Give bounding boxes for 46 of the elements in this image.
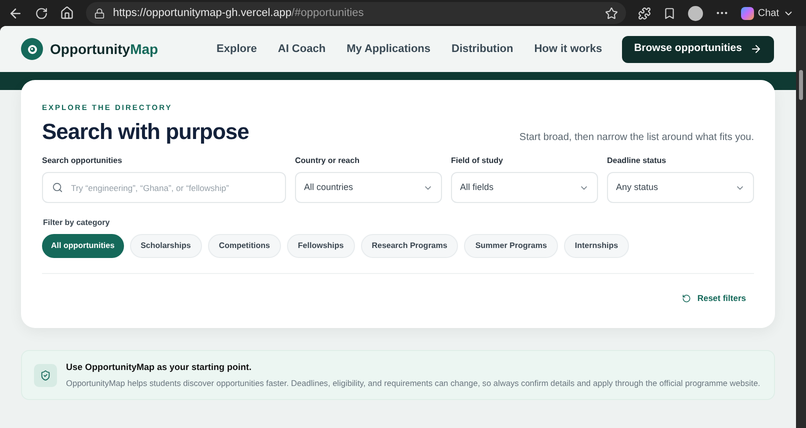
- reload-icon[interactable]: [35, 6, 48, 20]
- nav-link[interactable]: AI Coach: [278, 40, 326, 58]
- browse-button[interactable]: Browse opportunities: [622, 36, 774, 62]
- category-chip[interactable]: Competitions: [208, 234, 281, 258]
- profile-avatar[interactable]: [688, 6, 703, 20]
- notice-text: OpportunityMap helps students discover opportunities faster. Deadlines, eligibility, and requirements can change, so always confirm details and apply through the official programme website.: [66, 377, 760, 390]
- category-chip[interactable]: Fellowships: [286, 234, 355, 258]
- logo-text[interactable]: OpportunityMap: [50, 38, 158, 60]
- puzzle-icon[interactable]: [638, 6, 651, 20]
- search-icon: [52, 182, 63, 194]
- lock-icon: [94, 8, 105, 18]
- filter-label: Filter by category: [43, 217, 111, 230]
- scrollbar[interactable]: [796, 26, 806, 428]
- bookmark-icon[interactable]: [662, 6, 676, 20]
- reset-filters-button[interactable]: Reset filters: [682, 292, 754, 305]
- logo-icon: [21, 38, 43, 60]
- back-icon[interactable]: [8, 6, 23, 20]
- arrow-right-icon: [750, 43, 762, 55]
- url-text: https://opportunitymap-gh.vercel.app/#opportunities: [113, 6, 365, 21]
- page-title: Search with purpose: [42, 118, 249, 146]
- select-field[interactable]: Any status: [607, 172, 754, 204]
- field-label: Field of study: [451, 155, 504, 168]
- home-icon[interactable]: [60, 6, 74, 20]
- star-icon[interactable]: [604, 6, 618, 20]
- address-bar[interactable]: https://opportunitymap-gh.vercel.app/#opportunities: [86, 2, 626, 24]
- category-chip[interactable]: Internships: [564, 234, 630, 258]
- notice-title: Use OpportunityMap as your starting point.: [66, 360, 253, 374]
- select-field[interactable]: All countries: [295, 172, 442, 204]
- chat-logo-icon: [740, 6, 754, 20]
- field-label: Deadline status: [607, 155, 668, 168]
- subtitle-text: Start broad, then narrow the list around what fits you.: [519, 131, 754, 146]
- category-chip[interactable]: Summer Programs: [464, 234, 558, 258]
- nav-link[interactable]: Explore: [216, 40, 257, 58]
- shield-icon: [34, 364, 57, 386]
- chat-button[interactable]: Chat: [740, 6, 798, 20]
- category-chip[interactable]: Scholarships: [130, 234, 202, 258]
- category-chip[interactable]: Research Programs: [360, 234, 458, 258]
- field-label: Country or reach: [295, 155, 360, 168]
- search-field[interactable]: Try “engineering”, “Ghana”, or “fellowship”: [42, 172, 286, 204]
- field-label: Search opportunities: [42, 155, 124, 168]
- reset-icon: [682, 294, 692, 304]
- nav-link[interactable]: How it works: [534, 40, 602, 58]
- nav-link[interactable]: Distribution: [452, 40, 514, 58]
- nav-link[interactable]: My Applications: [346, 40, 430, 58]
- category-chip[interactable]: All opportunities: [42, 234, 124, 258]
- select-field[interactable]: All fields: [451, 172, 598, 204]
